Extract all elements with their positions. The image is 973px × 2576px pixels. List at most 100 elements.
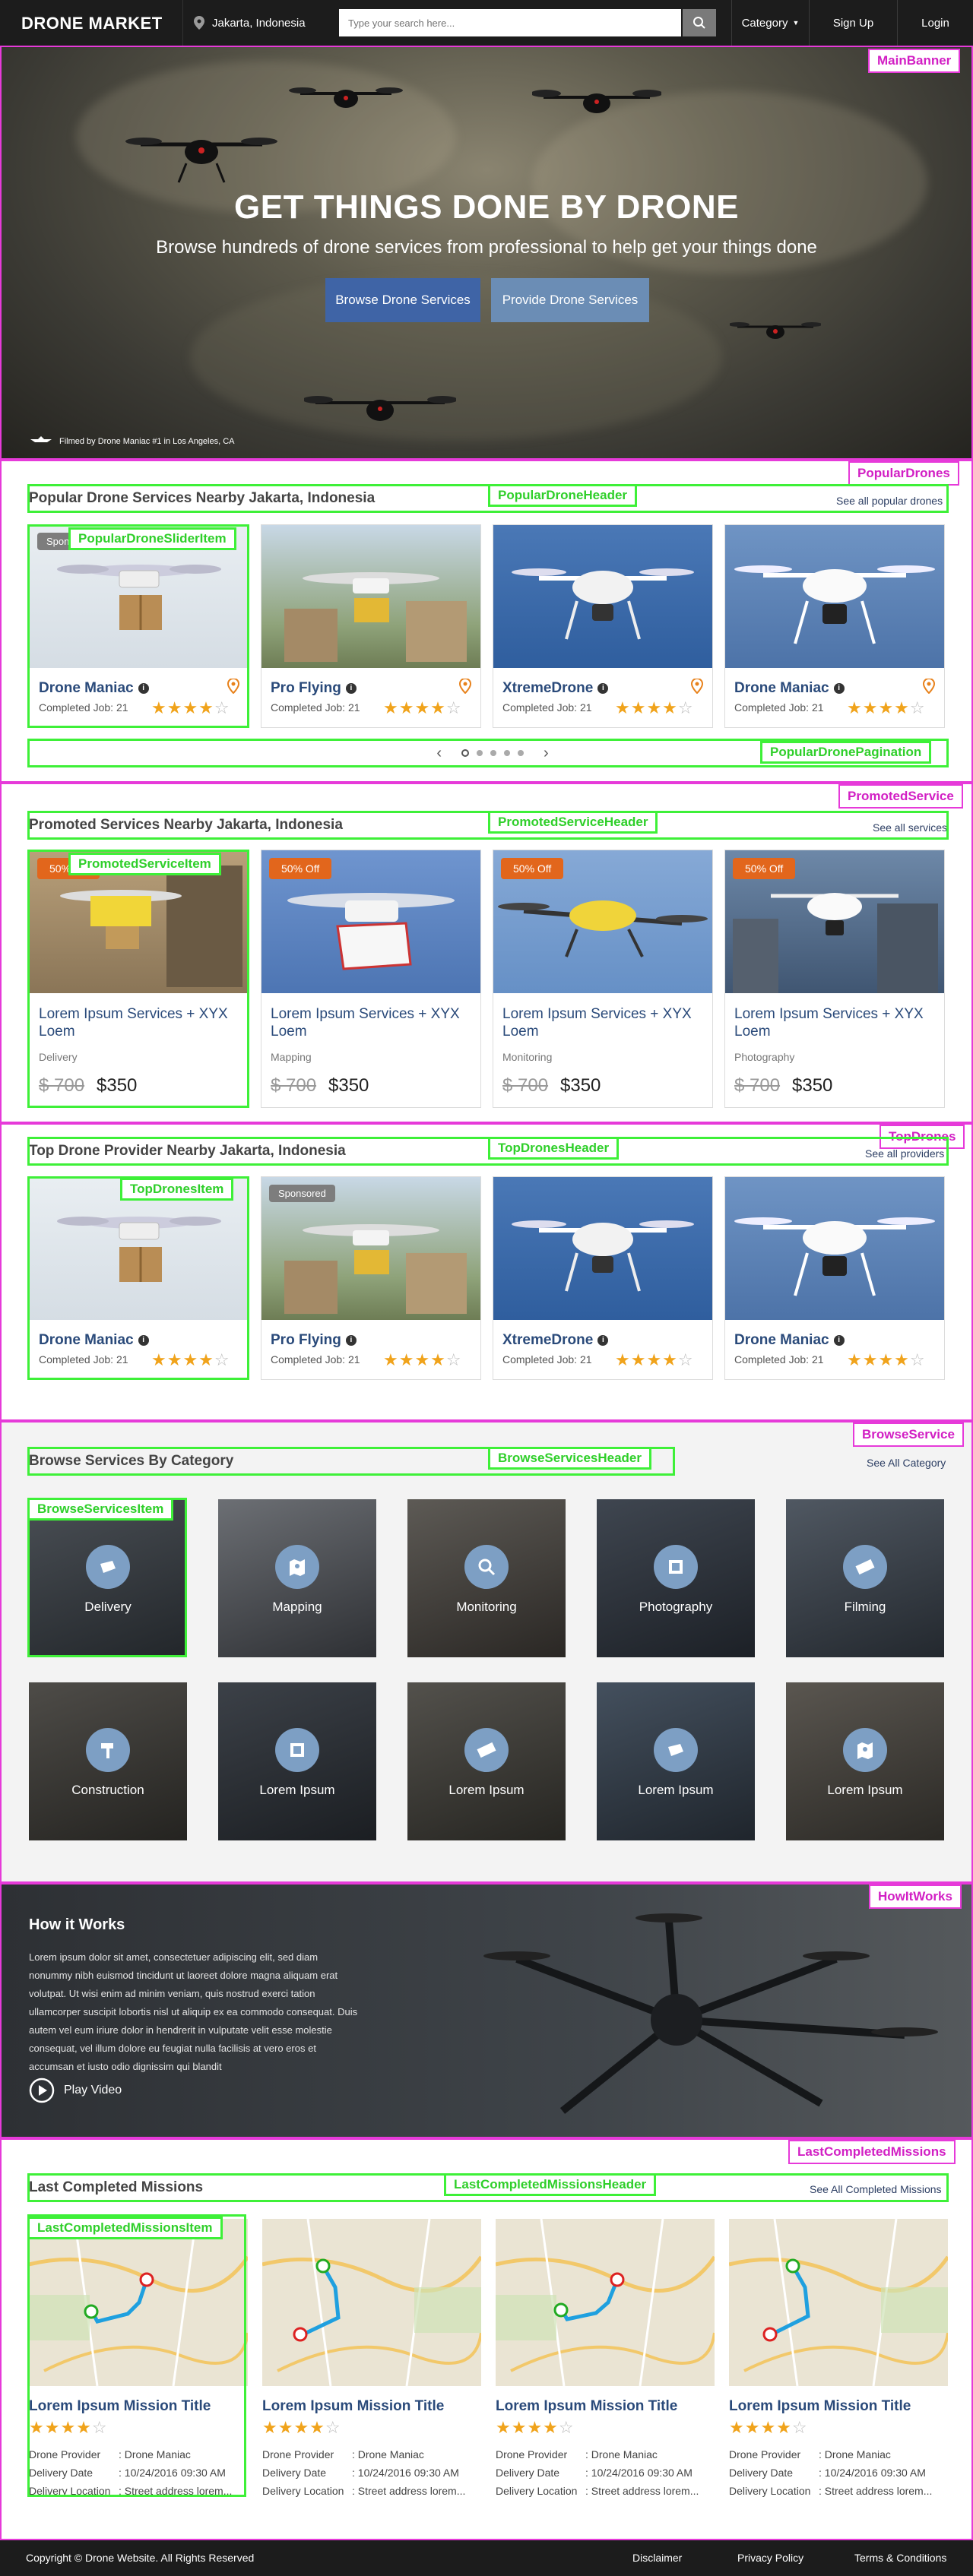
disclaimer-link[interactable]: Disclaimer — [632, 2552, 682, 2564]
login-button[interactable]: Login — [897, 0, 973, 46]
map-pin-icon — [843, 1728, 887, 1772]
drone-logo-icon — [30, 436, 52, 442]
category-label: Photography — [639, 1600, 713, 1614]
pagination-dot[interactable] — [518, 750, 524, 756]
service-title[interactable]: Lorem Ipsum Services + XYX Loem — [39, 1005, 236, 1040]
rating-stars: ★★★★☆ — [847, 698, 926, 717]
category-tile-photography[interactable]: Photography — [597, 1499, 755, 1657]
missions-section-title: Last Completed Missions — [29, 2179, 204, 2195]
top-drone-card[interactable]: Sponsored Pro Flying i Completed Job: 21 … — [261, 1176, 481, 1380]
annotation-label: PromotedServiceHeader — [488, 811, 658, 834]
info-icon[interactable]: i — [597, 682, 609, 694]
completed-jobs: Completed Job: 21 — [502, 701, 592, 714]
annotation-label: BrowseServicesItem — [27, 1498, 174, 1521]
top-drone-card[interactable]: XtremeDrone i Completed Job: 21 ★★★★☆ — [493, 1176, 713, 1380]
popular-drone-card[interactable]: Drone Maniac i Completed Job: 21 ★★★★☆ — [724, 524, 945, 728]
signup-button[interactable]: Sign Up — [809, 0, 897, 46]
drone-name[interactable]: Pro Flying i — [271, 1332, 357, 1349]
top-drone-card[interactable]: Drone Maniac i Completed Job: 21 ★★★★☆ — [29, 1176, 249, 1380]
rating-stars: ★★★★☆ — [383, 1350, 462, 1369]
service-title[interactable]: Lorem Ipsum Services + XYX Loem — [271, 1005, 468, 1040]
promoted-service-card[interactable]: 50% Off Lorem Ipsum Services + XYX Loem … — [29, 850, 249, 1108]
completed-jobs: Completed Job: 21 — [39, 701, 128, 714]
drone-name[interactable]: Drone Maniac i — [39, 680, 149, 697]
category-tile-delivery[interactable]: Delivery — [29, 1499, 187, 1657]
category-tile-mapping[interactable]: Mapping — [218, 1499, 376, 1657]
chevron-left-icon[interactable]: ‹ — [436, 745, 442, 762]
annotation-label: PopularDroneSliderItem — [68, 527, 236, 550]
search-input[interactable] — [339, 9, 681, 36]
top-drone-card[interactable]: Drone Maniac i Completed Job: 21 ★★★★☆ — [724, 1176, 945, 1380]
see-all-missions-link[interactable]: See All Completed Missions — [810, 2183, 942, 2195]
info-icon[interactable]: i — [833, 1334, 845, 1346]
info-icon[interactable]: i — [138, 1334, 149, 1346]
provide-services-button[interactable]: Provide Drone Services — [491, 278, 649, 322]
category-tile-lorem-1[interactable]: Lorem Ipsum — [218, 1682, 376, 1840]
drone-name[interactable]: Drone Maniac i — [734, 680, 845, 697]
annotation-label: PromotedServiceItem — [68, 853, 221, 875]
privacy-policy-link[interactable]: Privacy Policy — [737, 2552, 803, 2564]
category-tile-monitoring[interactable]: Monitoring — [407, 1499, 566, 1657]
category-label: Lorem Ipsum — [827, 1783, 903, 1797]
see-all-services-link[interactable]: See all services — [873, 821, 947, 834]
rating-stars: ★★★★☆ — [615, 1350, 694, 1369]
info-icon[interactable]: i — [597, 1334, 609, 1346]
mission-map — [29, 2219, 248, 2386]
mission-card[interactable]: Lorem Ipsum Mission Title ★★★★☆ Drone Pr… — [496, 2219, 715, 2500]
old-price: $ 700 — [734, 1075, 781, 1096]
promoted-service-card[interactable]: 50% Off Lorem Ipsum Services + XYX Loem … — [261, 850, 481, 1108]
info-icon[interactable]: i — [345, 1334, 357, 1346]
mission-card[interactable]: Lorem Ipsum Mission Title ★★★★☆ Drone Pr… — [262, 2219, 481, 2500]
popular-drone-card[interactable]: Sponsored Drone Maniaci Completed Job: 2… — [29, 524, 249, 728]
category-tile-lorem-4[interactable]: Lorem Ipsum — [786, 1682, 944, 1840]
mission-title[interactable]: Lorem Ipsum Mission Title — [262, 2398, 444, 2415]
terms-link[interactable]: Terms & Conditions — [854, 2552, 946, 2564]
rating-stars: ★★★★☆ — [29, 2418, 108, 2437]
category-dropdown[interactable]: Category ▼ — [731, 0, 809, 46]
popular-drone-card[interactable]: XtremeDrone i Completed Job: 21 ★★★★☆ — [493, 524, 713, 728]
mission-title[interactable]: Lorem Ipsum Mission Title — [496, 2398, 677, 2415]
promoted-service-card[interactable]: 50% Off Lorem Ipsum Services + XYX Loem … — [724, 850, 945, 1108]
info-icon[interactable]: i — [138, 682, 149, 694]
chevron-right-icon[interactable]: › — [544, 745, 549, 762]
pagination-dot[interactable] — [477, 750, 483, 756]
site-logo[interactable]: DRONE MARKET — [21, 14, 163, 33]
mission-map — [262, 2219, 481, 2386]
mission-title[interactable]: Lorem Ipsum Mission Title — [729, 2398, 911, 2415]
hammer-icon — [86, 1728, 130, 1772]
search-button[interactable] — [683, 9, 716, 36]
see-all-popular-link[interactable]: See all popular drones — [836, 495, 943, 507]
drone-name[interactable]: Pro Flying i — [271, 680, 357, 697]
annotation-label: BrowseServicesHeader — [488, 1447, 652, 1470]
drone-name[interactable]: XtremeDrone i — [502, 680, 609, 697]
mission-date-row: Delivery Date: 10/24/2016 09:30 AM — [496, 2467, 693, 2479]
category-tile-lorem-3[interactable]: Lorem Ipsum — [597, 1682, 755, 1840]
popular-drone-card[interactable]: Pro Flying i Completed Job: 21 ★★★★☆ — [261, 524, 481, 728]
drone-name[interactable]: Drone Maniac i — [39, 1332, 149, 1349]
mission-title[interactable]: Lorem Ipsum Mission Title — [29, 2398, 211, 2415]
pagination-dot[interactable] — [490, 750, 496, 756]
location-selector[interactable]: Jakarta, Indonesia — [182, 0, 319, 46]
mission-card[interactable]: Lorem Ipsum Mission Title ★★★★☆ Drone Pr… — [729, 2219, 948, 2500]
pagination-dot-active[interactable] — [461, 749, 469, 757]
category-tile-lorem-2[interactable]: Lorem Ipsum — [407, 1682, 566, 1840]
browse-services-button[interactable]: Browse Drone Services — [325, 278, 480, 322]
drone-name[interactable]: XtremeDrone i — [502, 1332, 609, 1349]
drone-name[interactable]: Drone Maniac i — [734, 1332, 845, 1349]
mission-provider-row: Drone Provider: Drone Maniac — [29, 2448, 191, 2460]
info-icon[interactable]: i — [833, 682, 845, 694]
service-title[interactable]: Lorem Ipsum Services + XYX Loem — [734, 1005, 932, 1040]
service-title[interactable]: Lorem Ipsum Services + XYX Loem — [502, 1005, 700, 1040]
mission-location-row: Delivery Location: Street address lorem.… — [262, 2485, 466, 2497]
pagination-dot[interactable] — [504, 750, 510, 756]
play-video-button[interactable]: Play Video — [29, 2078, 122, 2103]
annotation-label: PromotedService — [838, 784, 963, 809]
category-label: Construction — [71, 1783, 144, 1797]
promoted-service-card[interactable]: 50% Off Lorem Ipsum Services + XYX Loem … — [493, 850, 713, 1108]
mission-card[interactable]: Lorem Ipsum Mission Title ★★★★☆ Drone Pr… — [29, 2219, 248, 2500]
category-tile-filming[interactable]: Filming — [786, 1499, 944, 1657]
category-tile-construction[interactable]: Construction — [29, 1682, 187, 1840]
see-all-providers-link[interactable]: See all providers — [865, 1147, 944, 1160]
see-all-category-link[interactable]: See All Category — [867, 1457, 946, 1469]
info-icon[interactable]: i — [345, 682, 357, 694]
